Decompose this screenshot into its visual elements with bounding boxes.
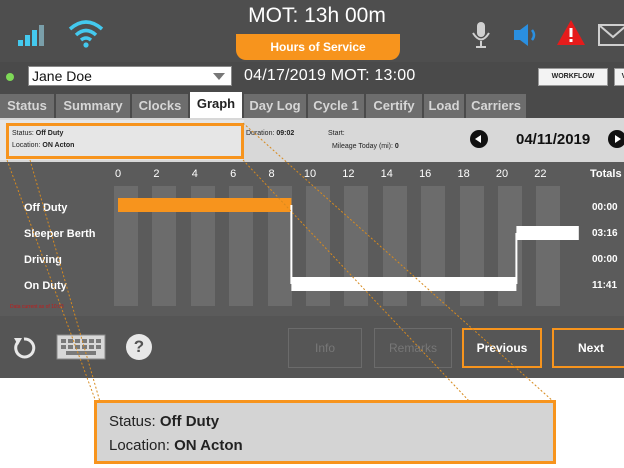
tab-status[interactable]: Status (0, 94, 54, 118)
previous-button[interactable]: Previous (462, 328, 542, 368)
hos-screen: MOT: 13h 00m Hours of Service Jane Doe 0… (0, 0, 624, 468)
segment-on-duty (291, 277, 517, 291)
tab-load[interactable]: Load (424, 94, 464, 118)
microphone-icon[interactable] (470, 20, 492, 50)
tab-clocks[interactable]: Clocks (132, 94, 188, 118)
driver-select[interactable]: Jane Doe (28, 66, 232, 86)
refresh-icon[interactable] (12, 336, 36, 360)
alert-icon[interactable] (556, 18, 586, 48)
previous-day-icon[interactable] (470, 130, 488, 148)
status-location-highlight (6, 123, 244, 159)
data-note: Data current as of 10:03 (10, 304, 64, 310)
mileage-line: Mileage Today (mi): 0 (332, 143, 399, 150)
tab-summary[interactable]: Summary (56, 94, 130, 118)
keyboard-icon[interactable] (56, 334, 106, 360)
tab-graph[interactable]: Graph (190, 92, 242, 118)
zoom-status-line: Status: Off Duty (109, 413, 220, 430)
chevron-down-icon (213, 73, 225, 80)
segment-sleeper-berth (516, 226, 579, 240)
workflow-button[interactable]: WORKFLOW (538, 68, 608, 86)
mail-icon[interactable] (598, 24, 624, 46)
log-date: 04/11/2019 (516, 131, 591, 148)
driver-name: Jane Doe (32, 68, 92, 84)
status-location-zoom: Status: Off Duty Location: ON Acton (94, 400, 556, 464)
bottom-toolbar: ? Info Remarks Previous Next (0, 316, 624, 378)
segment-off-duty (118, 198, 292, 212)
next-button[interactable]: Next (552, 328, 624, 368)
info-button[interactable]: Info (288, 328, 362, 368)
next-day-icon[interactable] (608, 130, 624, 148)
tab-carriers[interactable]: Carriers (466, 94, 526, 118)
v-button[interactable]: V (614, 68, 624, 86)
tab-bar: Status Summary Clocks Graph Day Log Cycl… (0, 90, 624, 118)
duration-line: Duration: 09:02 (246, 130, 295, 137)
top-status-bar: MOT: 13h 00m Hours of Service (0, 0, 624, 62)
duty-status-graph: 0 2 4 6 8 10 12 14 16 18 20 22 Totals Off Duty Slee… (0, 162, 624, 316)
tab-certify[interactable]: Certify (366, 94, 422, 118)
signal-strength-icon (18, 24, 48, 46)
mot-clock: MOT: 13h 00m (248, 4, 386, 27)
driver-bar: Jane Doe 04/17/2019 MOT: 13:00 WORKFLOW … (0, 62, 624, 90)
wifi-icon (68, 20, 104, 48)
current-date-mot: 04/17/2019 MOT: 13:00 (244, 67, 416, 84)
tab-cycle-1[interactable]: Cycle 1 (308, 94, 364, 118)
duty-status-lines (118, 198, 579, 291)
hours-of-service-tab[interactable]: Hours of Service (236, 34, 400, 60)
online-status-icon (6, 73, 14, 81)
tab-day-log[interactable]: Day Log (244, 94, 306, 118)
start-label: Start: (328, 130, 345, 137)
remarks-button[interactable]: Remarks (374, 328, 452, 368)
speaker-icon[interactable] (510, 20, 542, 50)
zoom-location-line: Location: ON Acton (109, 437, 243, 454)
help-icon[interactable]: ? (126, 334, 152, 360)
